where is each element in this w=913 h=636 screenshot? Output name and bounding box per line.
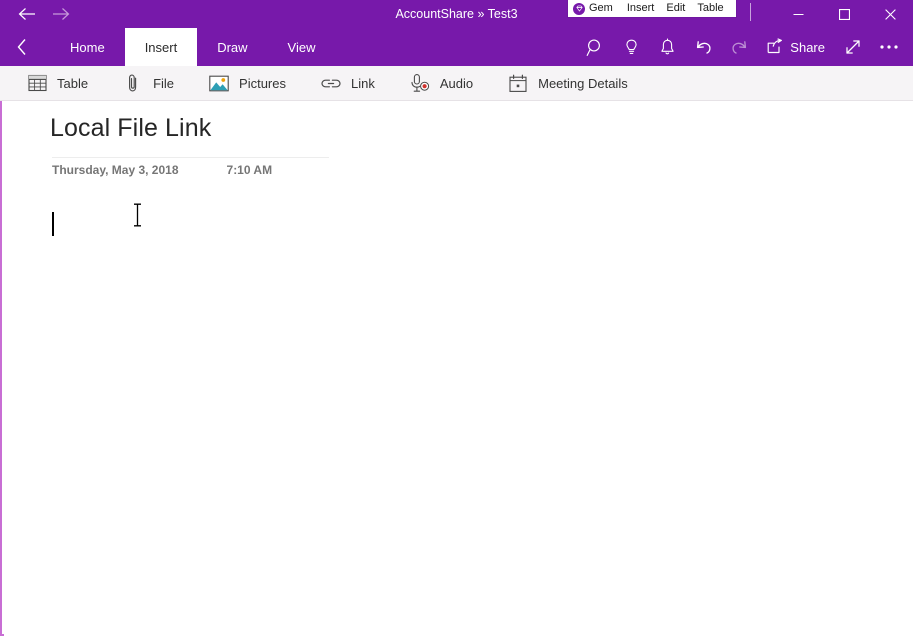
insert-file-button[interactable]: File <box>122 66 188 101</box>
insert-table-label: Table <box>57 76 88 91</box>
insert-table-button[interactable]: Table <box>26 66 102 101</box>
insert-audio-label: Audio <box>440 76 473 91</box>
bell-icon[interactable] <box>649 28 685 66</box>
tab-home-label: Home <box>70 40 105 55</box>
expand-diagonal-icon[interactable] <box>835 28 871 66</box>
lightbulb-icon[interactable] <box>613 28 649 66</box>
gem-menu-table[interactable]: Table <box>691 0 729 17</box>
tab-view-label: View <box>288 40 316 55</box>
minimize-button[interactable] <box>775 0 821 28</box>
page-title[interactable]: Local File Link <box>50 114 211 143</box>
insert-pictures-button[interactable]: Pictures <box>208 66 300 101</box>
insert-pictures-label: Pictures <box>239 76 286 91</box>
insert-file-label: File <box>153 76 174 91</box>
titlebar-divider <box>750 3 751 21</box>
tab-home[interactable]: Home <box>50 28 125 66</box>
insert-toolbar: Table File Pictures <box>0 66 913 101</box>
forward-button[interactable] <box>44 0 78 28</box>
insert-link-label: Link <box>351 76 375 91</box>
text-caret <box>52 212 54 236</box>
gem-menu-insert[interactable]: Insert <box>621 0 661 17</box>
tab-view[interactable]: View <box>268 28 336 66</box>
undo-icon[interactable] <box>685 28 721 66</box>
title-divider <box>52 157 329 158</box>
page-time[interactable]: 7:10 AM <box>227 163 273 177</box>
navigation-back-chevron[interactable] <box>0 28 34 66</box>
table-grid-icon <box>26 72 48 94</box>
ribbon-tabs: Home Insert Draw View <box>50 28 336 66</box>
insert-meeting-details-button[interactable]: Meeting Details <box>507 66 642 101</box>
tab-insert-label: Insert <box>145 40 178 55</box>
paperclip-icon <box>122 72 144 94</box>
chain-link-icon <box>320 72 342 94</box>
ellipsis-icon[interactable] <box>871 28 907 66</box>
insert-link-button[interactable]: Link <box>320 66 389 101</box>
gem-diamond-icon <box>573 3 585 15</box>
ibeam-mouse-cursor <box>132 203 143 227</box>
back-button[interactable] <box>10 0 44 28</box>
tab-draw-label: Draw <box>217 40 247 55</box>
title-bar: AccountShare » Test3 <box>0 0 913 28</box>
onenote-window: AccountShare » Test3 <box>0 0 913 636</box>
share-label: Share <box>790 40 825 55</box>
window-controls <box>775 0 913 28</box>
gem-menu-edit[interactable]: Edit <box>660 0 691 17</box>
tab-insert[interactable]: Insert <box>125 28 198 66</box>
share-icon <box>767 38 784 57</box>
insert-meeting-details-label: Meeting Details <box>538 76 628 91</box>
ribbon-actions: Share <box>577 28 907 66</box>
gem-brand-label[interactable]: Gem <box>589 0 621 17</box>
maximize-button[interactable] <box>821 0 867 28</box>
calendar-icon <box>507 72 529 94</box>
page-canvas[interactable]: Local File Link Thursday, May 3, 2018 7:… <box>0 101 913 636</box>
page-date[interactable]: Thursday, May 3, 2018 <box>52 163 179 177</box>
navigation-arrows <box>0 0 78 28</box>
ribbon-tab-bar: Home Insert Draw View <box>0 28 913 66</box>
insert-audio-button[interactable]: Audio <box>409 66 487 101</box>
search-icon[interactable] <box>577 28 613 66</box>
close-button[interactable] <box>867 0 913 28</box>
gem-addin-toolbar: Gem Insert Edit Table <box>568 0 736 17</box>
redo-icon[interactable] <box>721 28 757 66</box>
page-timestamp: Thursday, May 3, 2018 7:10 AM <box>52 163 272 177</box>
picture-mountain-icon <box>208 72 230 94</box>
microphone-record-icon <box>409 72 431 94</box>
share-button[interactable]: Share <box>757 28 835 66</box>
tab-draw[interactable]: Draw <box>197 28 267 66</box>
